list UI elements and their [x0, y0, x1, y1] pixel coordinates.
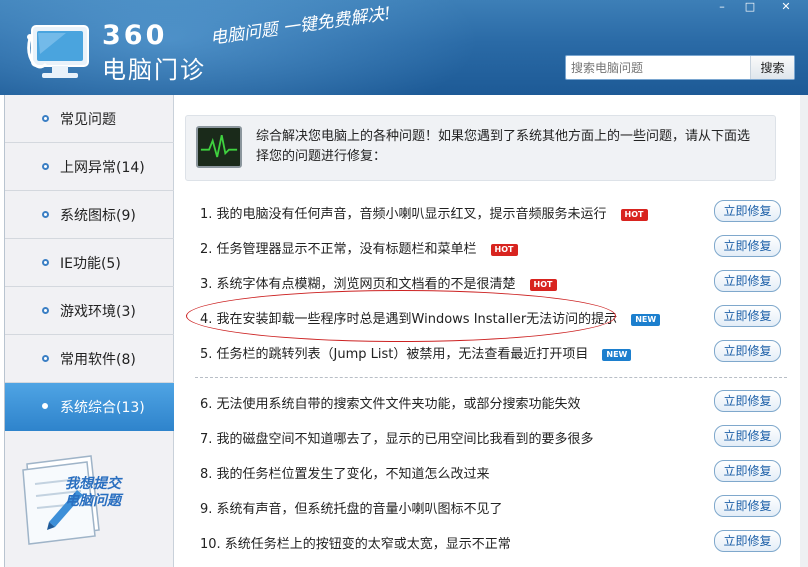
- fix-button[interactable]: 立即修复: [714, 235, 781, 257]
- issue-label: 1. 我的电脑没有任何声音，音频小喇叭显示红叉，提示音频服务未运行: [200, 207, 607, 222]
- issue-text: 1. 我的电脑没有任何声音，音频小喇叭显示红叉，提示音频服务未运行 HOT: [200, 203, 648, 222]
- issue-list-panel: 综合解决您电脑上的各种问题！如果您遇到了系统其他方面上的一些问题，请从下面选择您…: [175, 95, 808, 567]
- app-header: 360 电脑门诊 电脑问题 一键免费解决! – □ ✕ 搜索: [0, 0, 808, 95]
- issue-label: 6. 无法使用系统自带的搜索文件文件夹功能，或部分搜索功能失效: [200, 397, 581, 412]
- sidebar-item-network[interactable]: 上网异常(14): [5, 143, 174, 191]
- issue-text: 7. 我的磁盘空间不知道哪去了，显示的已用空间比我看到的要多很多: [200, 428, 594, 447]
- submit-question-label[interactable]: 我想提交 电脑问题: [65, 476, 135, 510]
- issue-label: 3. 系统字体有点模糊，浏览网页和文档看的不是很清楚: [200, 277, 516, 292]
- sidebar-item-label: 常用软件(8): [60, 351, 136, 368]
- new-badge: NEW: [631, 314, 661, 326]
- sidebar-item-games[interactable]: 游戏环境(3): [5, 287, 174, 335]
- heartbeat-monitor-icon: [196, 126, 242, 168]
- bullet-icon: [42, 211, 49, 218]
- bullet-icon: [42, 115, 49, 122]
- brand-number: 360: [102, 20, 168, 51]
- issue-row: 10. 系统任务栏上的按钮变的太窄或太宽，显示不正常 立即修复: [175, 525, 808, 560]
- intro-box: 综合解决您电脑上的各种问题！如果您遇到了系统其他方面上的一些问题，请从下面选择您…: [185, 115, 776, 181]
- sidebar-item-common[interactable]: 常见问题: [5, 95, 174, 143]
- hot-badge: HOT: [529, 279, 557, 291]
- issue-label: 4. 我在安装卸载一些程序时总是遇到Windows Installer无法访问的…: [200, 312, 618, 327]
- issue-row: 6. 无法使用系统自带的搜索文件文件夹功能，或部分搜索功能失效 立即修复: [175, 385, 808, 420]
- issue-label: 10. 系统任务栏上的按钮变的太窄或太宽，显示不正常: [200, 537, 511, 552]
- bullet-icon: [42, 307, 49, 314]
- bullet-icon: [42, 355, 49, 362]
- search-button[interactable]: 搜索: [750, 56, 794, 79]
- window-controls: – □ ✕: [708, 0, 808, 16]
- issue-text: 2. 任务管理器显示不正常，没有标题栏和菜单栏 HOT: [200, 238, 518, 257]
- fix-button[interactable]: 立即修复: [714, 270, 781, 292]
- issue-row: 1. 我的电脑没有任何声音，音频小喇叭显示红叉，提示音频服务未运行 HOT 立即修…: [175, 195, 808, 230]
- sidebar-item-label: 游戏环境(3): [60, 303, 136, 320]
- fix-button[interactable]: 立即修复: [714, 340, 781, 362]
- bullet-icon: [42, 259, 49, 266]
- fix-button[interactable]: 立即修复: [714, 530, 781, 552]
- issue-text: 4. 我在安装卸载一些程序时总是遇到Windows Installer无法访问的…: [200, 308, 661, 327]
- sidebar-item-label: IE功能(5): [60, 255, 121, 272]
- section-divider: [195, 377, 787, 378]
- fix-button[interactable]: 立即修复: [714, 495, 781, 517]
- issue-row: 2. 任务管理器显示不正常，没有标题栏和菜单栏 HOT 立即修复: [175, 230, 808, 265]
- fix-button[interactable]: 立即修复: [714, 460, 781, 482]
- search-box: 搜索: [565, 55, 795, 80]
- issue-row: 9. 系统有声音，但系统托盘的音量小喇叭图标不见了 立即修复: [175, 490, 808, 525]
- category-sidebar: 常见问题 上网异常(14) 系统图标(9) IE功能(5) 游戏环境(3) 常用…: [4, 95, 174, 567]
- sidebar-item-ie[interactable]: IE功能(5): [5, 239, 174, 287]
- issue-label: 9. 系统有声音，但系统托盘的音量小喇叭图标不见了: [200, 502, 503, 517]
- vertical-scrollbar[interactable]: [800, 95, 808, 567]
- fix-button[interactable]: 立即修复: [714, 390, 781, 412]
- minimize-button[interactable]: –: [708, 0, 736, 16]
- sidebar-item-system-general[interactable]: 系统综合(13): [5, 383, 174, 431]
- fix-button[interactable]: 立即修复: [714, 305, 781, 327]
- sidebar-item-software[interactable]: 常用软件(8): [5, 335, 174, 383]
- maximize-button[interactable]: □: [736, 0, 764, 16]
- issue-text: 6. 无法使用系统自带的搜索文件文件夹功能，或部分搜索功能失效: [200, 393, 581, 412]
- issue-row: 8. 我的任务栏位置发生了变化，不知道怎么改过来 立即修复: [175, 455, 808, 490]
- search-input[interactable]: [566, 56, 750, 79]
- issue-text: 3. 系统字体有点模糊，浏览网页和文档看的不是很清楚 HOT: [200, 273, 557, 292]
- issue-label: 8. 我的任务栏位置发生了变化，不知道怎么改过来: [200, 467, 490, 482]
- issue-row: 4. 我在安装卸载一些程序时总是遇到Windows Installer无法访问的…: [175, 300, 808, 335]
- issue-text: 9. 系统有声音，但系统托盘的音量小喇叭图标不见了: [200, 498, 503, 517]
- issue-row: 3. 系统字体有点模糊，浏览网页和文档看的不是很清楚 HOT 立即修复: [175, 265, 808, 300]
- issue-text: 5. 任务栏的跳转列表（Jump List）被禁用，无法查看最近打开项目 NEW: [200, 343, 632, 362]
- bullet-icon: [42, 403, 48, 409]
- monitor-stethoscope-icon: [27, 25, 89, 78]
- new-badge: NEW: [602, 349, 632, 361]
- issue-label: 5. 任务栏的跳转列表（Jump List）被禁用，无法查看最近打开项目: [200, 347, 589, 362]
- sidebar-item-label: 系统图标(9): [60, 207, 136, 224]
- brand-name: 电脑门诊: [102, 56, 206, 84]
- fix-button[interactable]: 立即修复: [714, 200, 781, 222]
- issue-label: 7. 我的磁盘空间不知道哪去了，显示的已用空间比我看到的要多很多: [200, 432, 594, 447]
- issue-text: 8. 我的任务栏位置发生了变化，不知道怎么改过来: [200, 463, 490, 482]
- issue-row: 5. 任务栏的跳转列表（Jump List）被禁用，无法查看最近打开项目 NEW …: [175, 335, 808, 370]
- intro-text: 综合解决您电脑上的各种问题！如果您遇到了系统其他方面上的一些问题，请从下面选择您…: [256, 129, 751, 164]
- sidebar-item-label: 上网异常(14): [60, 159, 145, 176]
- fix-button[interactable]: 立即修复: [714, 425, 781, 447]
- sidebar-item-label: 系统综合(13): [60, 399, 145, 416]
- issue-text: 10. 系统任务栏上的按钮变的太窄或太宽，显示不正常: [200, 533, 511, 552]
- sidebar-item-label: 常见问题: [60, 111, 116, 128]
- issue-row: 7. 我的磁盘空间不知道哪去了，显示的已用空间比我看到的要多很多 立即修复: [175, 420, 808, 455]
- hot-badge: HOT: [620, 209, 648, 221]
- close-button[interactable]: ✕: [764, 0, 808, 16]
- bullet-icon: [42, 163, 49, 170]
- hot-badge: HOT: [490, 244, 518, 256]
- issue-label: 2. 任务管理器显示不正常，没有标题栏和菜单栏: [200, 242, 477, 257]
- sidebar-item-system-icons[interactable]: 系统图标(9): [5, 191, 174, 239]
